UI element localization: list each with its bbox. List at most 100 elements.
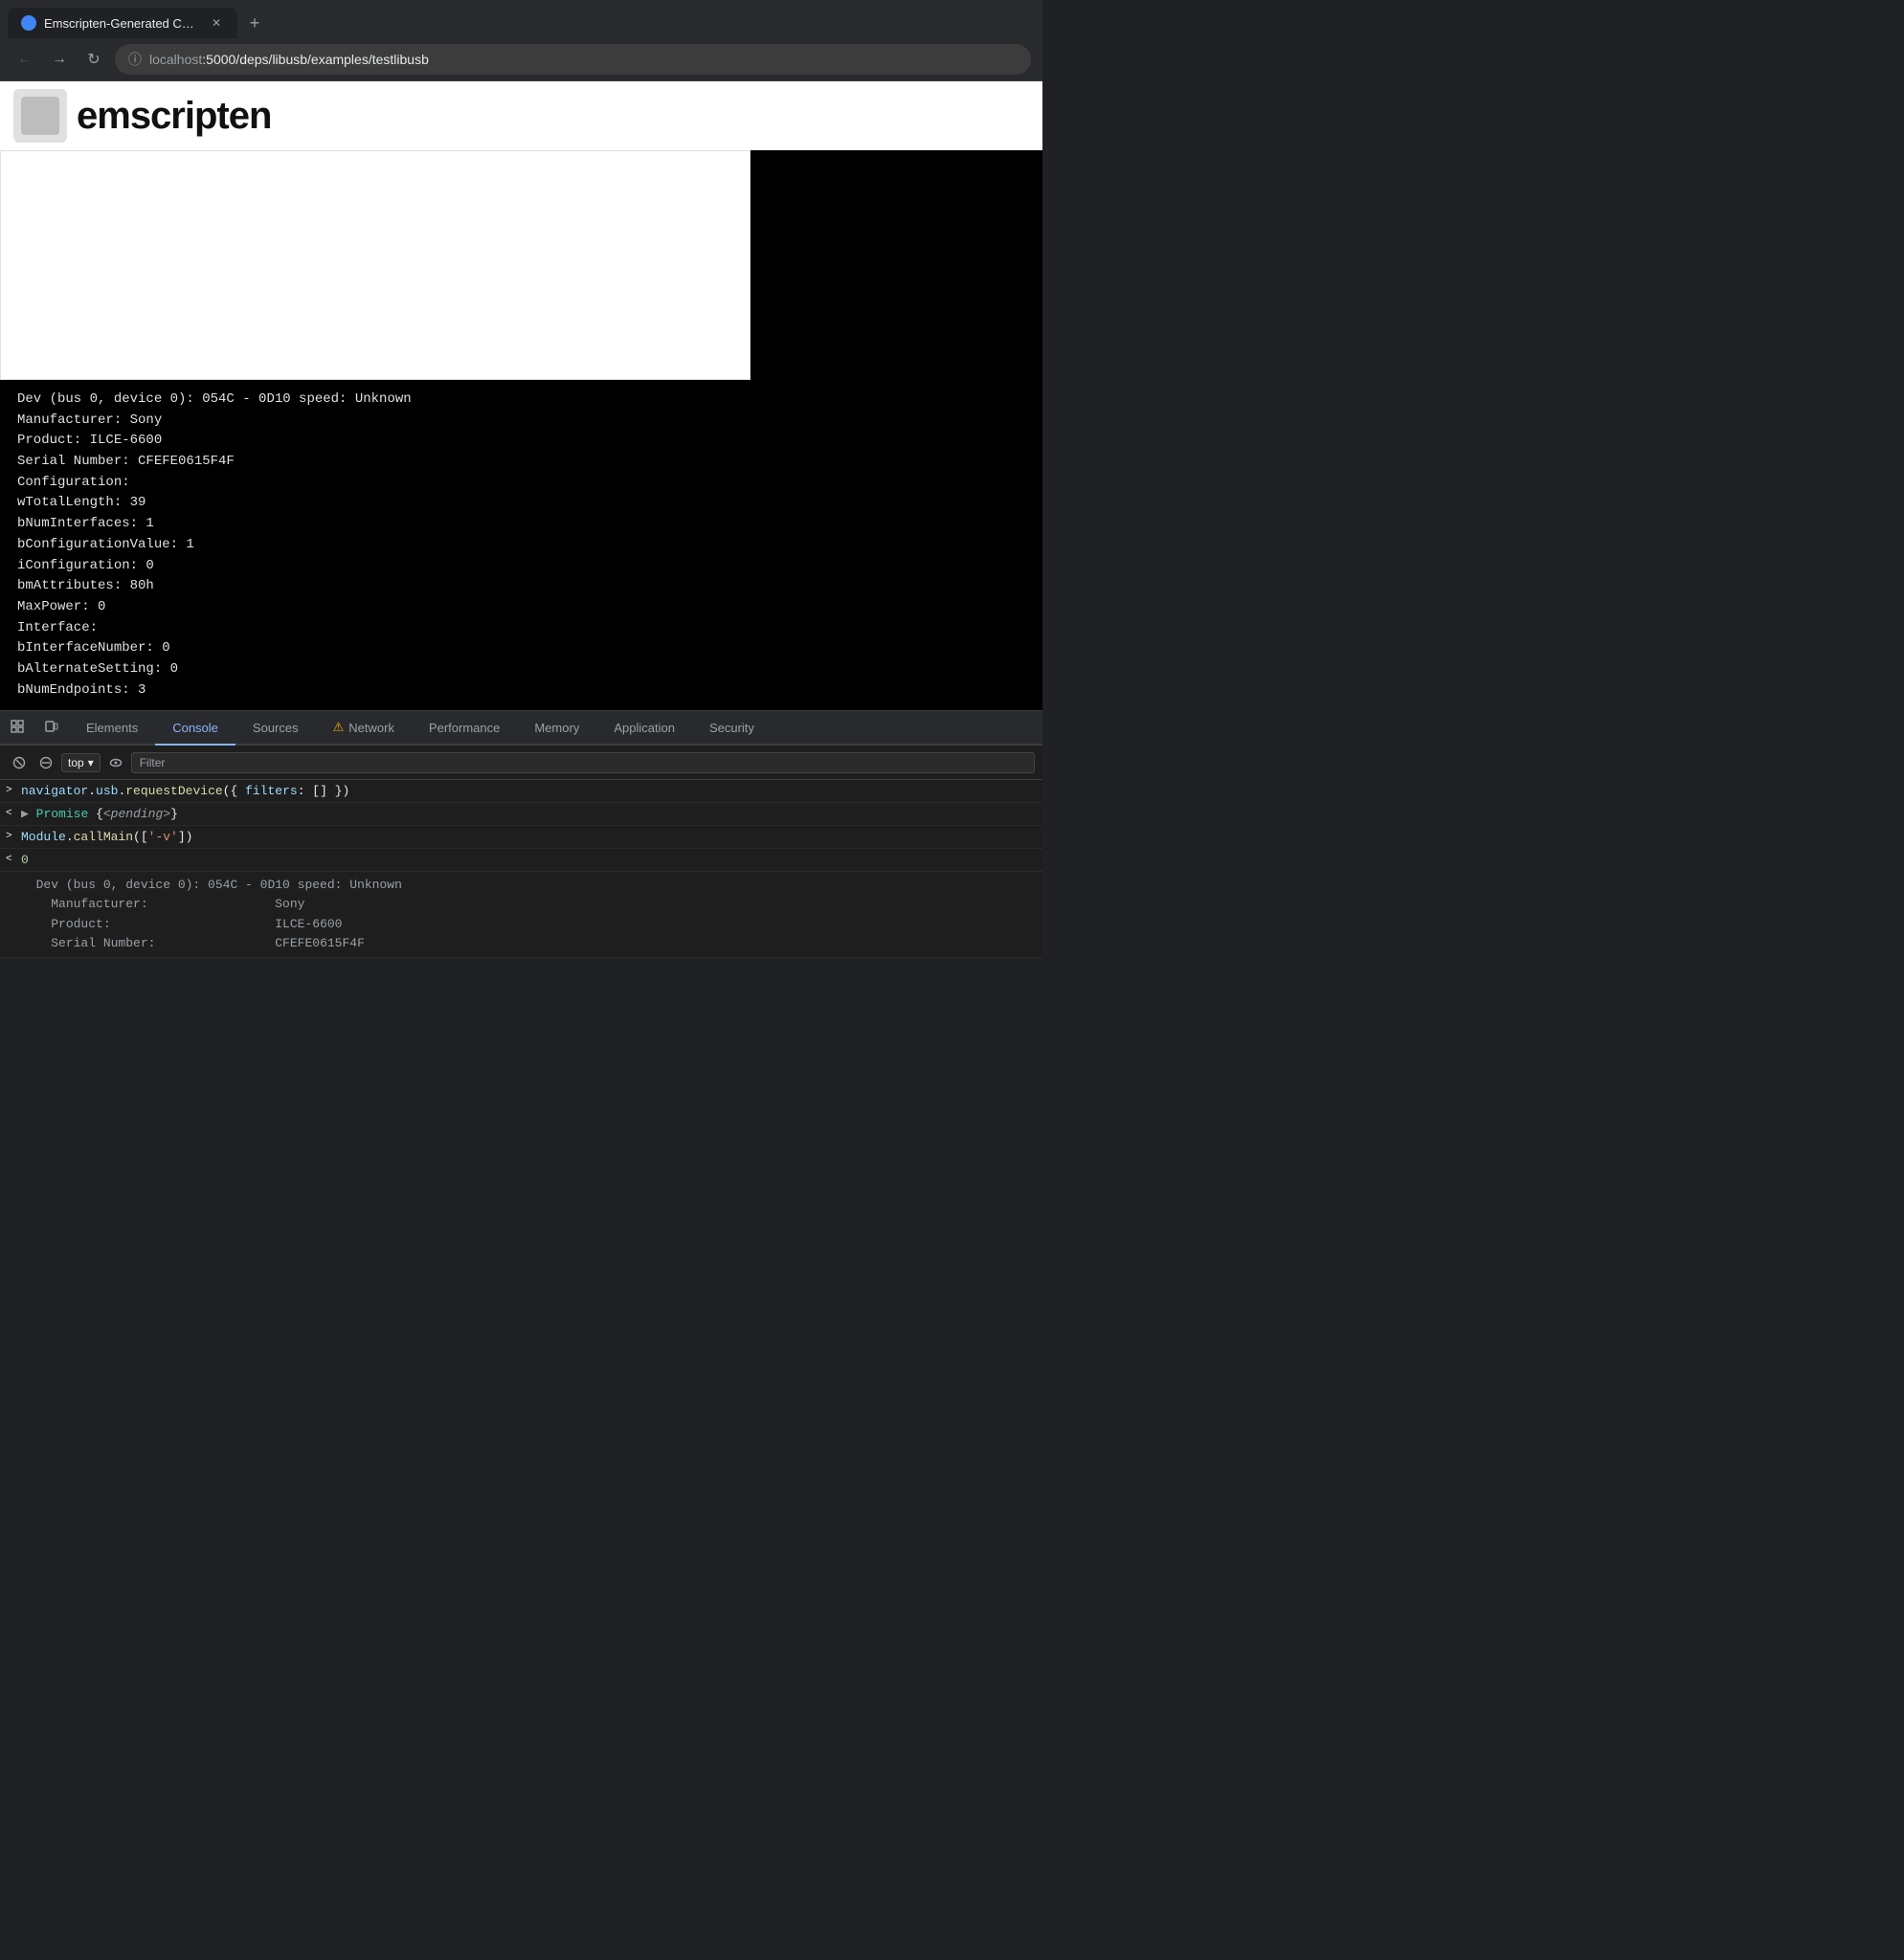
console-token: ([ xyxy=(133,830,148,844)
eye-icon[interactable] xyxy=(104,751,127,774)
url-path: :5000/deps/libusb/examples/testlibusb xyxy=(202,52,429,67)
console-token: : xyxy=(298,784,313,798)
console-token: }) xyxy=(327,784,349,798)
console-text[interactable]: ▶ Promise {<pending>} xyxy=(21,807,1035,821)
console-token: } xyxy=(170,807,178,821)
console-token: callMain xyxy=(74,830,133,844)
console-entry: <▶ Promise {<pending>} xyxy=(0,803,1042,826)
secure-icon: ⓘ xyxy=(128,50,142,69)
terminal-lines: Dev (bus 0, device 0): 054C - 0D10 speed… xyxy=(17,390,1025,701)
devtools-tab-label-memory: Memory xyxy=(534,721,579,735)
terminal-line: Serial Number: CFEFE0615F4F xyxy=(17,452,1025,473)
active-tab[interactable]: Emscripten-Generated Code ✕ xyxy=(8,8,237,38)
emscripten-title: emscripten xyxy=(77,95,271,138)
devtools-tab-label-network: Network xyxy=(348,721,394,735)
terminal-line: bConfigurationValue: 1 xyxy=(17,535,1025,556)
context-label: top xyxy=(68,756,84,769)
console-token: navigator xyxy=(21,784,88,798)
output-arrow: < xyxy=(6,853,21,865)
devtools-tab-performance[interactable]: Performance xyxy=(412,711,517,746)
console-device-lines: Dev (bus 0, device 0): 054C - 0D10 speed… xyxy=(21,876,1035,953)
filter-input[interactable] xyxy=(131,752,1035,773)
reload-button[interactable]: ↻ xyxy=(80,46,107,73)
devtools-panel: Elements Console Sources ⚠Network Performanc… xyxy=(0,710,1042,958)
console-entries: >navigator.usb.requestDevice({ filters: … xyxy=(0,780,1042,872)
console-subtoolbar: top ▾ xyxy=(0,746,1042,780)
console-token: <pending> xyxy=(103,807,170,821)
console-entry: <0 xyxy=(0,849,1042,872)
terminal-line: bAlternateSetting: 0 xyxy=(17,659,1025,680)
terminal-line: MaxPower: 0 xyxy=(17,597,1025,618)
emscripten-header: emscripten xyxy=(0,81,1042,150)
devtools-tab-console[interactable]: Console xyxy=(155,711,235,746)
console-entry: >navigator.usb.requestDevice({ filters: … xyxy=(0,780,1042,803)
terminal-line: Product: ILCE-6600 xyxy=(17,431,1025,452)
devtools-tab-label-sources: Sources xyxy=(253,721,299,735)
input-arrow: > xyxy=(6,784,21,796)
address-text: localhost:5000/deps/libusb/examples/test… xyxy=(149,52,429,67)
clear-console-button[interactable] xyxy=(8,751,31,774)
devtools-tab-elements[interactable]: Elements xyxy=(69,711,155,746)
console-token: . xyxy=(88,784,96,798)
chevron-down-icon: ▾ xyxy=(88,756,94,769)
tab-bar: Emscripten-Generated Code ✕ + xyxy=(0,0,1042,38)
console-entry: >Module.callMain(['-v']) xyxy=(0,826,1042,849)
terminal-line: Configuration: xyxy=(17,473,1025,494)
terminal-output: Dev (bus 0, device 0): 054C - 0D10 speed… xyxy=(0,380,1042,710)
device-mode-button[interactable] xyxy=(36,711,67,742)
console-token: filters xyxy=(245,784,298,798)
inspect-element-button[interactable] xyxy=(2,711,33,742)
tab-favicon xyxy=(21,15,36,31)
terminal-line: wTotalLength: 39 xyxy=(17,493,1025,514)
context-selector[interactable]: top ▾ xyxy=(61,753,101,772)
emscripten-logo xyxy=(13,89,67,143)
devtools-tab-list: Elements Console Sources ⚠Network Performanc… xyxy=(69,711,1042,744)
console-token: '-v' xyxy=(148,830,178,844)
tab-title: Emscripten-Generated Code xyxy=(44,16,201,31)
console-token: ]) xyxy=(178,830,193,844)
canvas-white xyxy=(0,150,750,380)
canvas-area xyxy=(0,150,1042,380)
terminal-line: bmAttributes: 80h xyxy=(17,576,1025,597)
terminal-line: Interface: xyxy=(17,618,1025,639)
terminal-line: bInterfaceNumber: 0 xyxy=(17,638,1025,659)
devtools-tab-network[interactable]: ⚠Network xyxy=(316,711,412,746)
emscripten-logo-inner xyxy=(21,97,59,135)
console-token: requestDevice xyxy=(125,784,222,798)
devtools-tab-label-application: Application xyxy=(614,721,675,735)
warning-icon: ⚠ xyxy=(333,720,345,735)
console-token: ▶ xyxy=(21,807,36,821)
address-bar[interactable]: ⓘ localhost:5000/deps/libusb/examples/te… xyxy=(115,44,1031,75)
block-network-button[interactable] xyxy=(34,751,57,774)
console-device-output: Dev (bus 0, device 0): 054C - 0D10 speed… xyxy=(0,872,1042,958)
devtools-tab-memory[interactable]: Memory xyxy=(517,711,596,746)
devtools-tab-label-security: Security xyxy=(709,721,754,735)
console-token: ({ xyxy=(223,784,245,798)
forward-button[interactable]: → xyxy=(46,46,73,73)
devtools-tab-application[interactable]: Application xyxy=(596,711,692,746)
console-text[interactable]: navigator.usb.requestDevice({ filters: [… xyxy=(21,784,1035,798)
terminal-line: Manufacturer: Sony xyxy=(17,411,1025,432)
tab-close-button[interactable]: ✕ xyxy=(209,15,224,31)
terminal-line: bNumEndpoints: 3 xyxy=(17,680,1025,702)
devtools-tabs: Elements Console Sources ⚠Network Performanc… xyxy=(0,711,1042,746)
console-text[interactable]: 0 xyxy=(21,853,1035,867)
console-token: . xyxy=(66,830,74,844)
terminal-line: Dev (bus 0, device 0): 054C - 0D10 speed… xyxy=(17,390,1025,411)
console-token: usb xyxy=(96,784,118,798)
back-button[interactable]: ← xyxy=(11,46,38,73)
url-protocol: localhost xyxy=(149,52,202,67)
devtools-tab-sources[interactable]: Sources xyxy=(235,711,316,746)
console-token: Promise xyxy=(36,807,96,821)
console-content: >navigator.usb.requestDevice({ filters: … xyxy=(0,780,1042,958)
devtools-tab-label-elements: Elements xyxy=(86,721,138,735)
devtools-tab-label-console: Console xyxy=(172,721,218,735)
terminal-line: iConfiguration: 0 xyxy=(17,556,1025,577)
devtools-tab-security[interactable]: Security xyxy=(692,711,772,746)
console-token: [] xyxy=(312,784,327,798)
new-tab-button[interactable]: + xyxy=(241,10,268,36)
console-text[interactable]: Module.callMain(['-v']) xyxy=(21,830,1035,844)
canvas-black xyxy=(750,150,1042,380)
page-content: emscripten xyxy=(0,81,1042,380)
devtools-tab-label-performance: Performance xyxy=(429,721,500,735)
